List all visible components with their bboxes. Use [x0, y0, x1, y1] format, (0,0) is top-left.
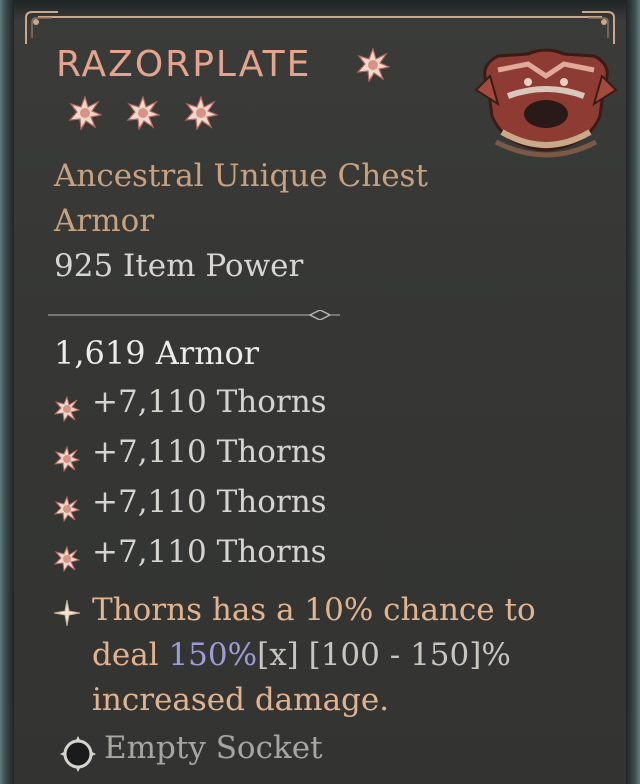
ancestral-star-icon	[126, 96, 160, 130]
armor-stat: 1,619 Armor	[54, 334, 260, 372]
unique-power-range: [x] [100 - 150]%	[257, 637, 511, 673]
affix-text: +7,110 Thorns	[92, 384, 327, 420]
unique-power-part: increased damage.	[92, 682, 390, 718]
item-tooltip: RAZORPLATE Ancestral Unique Chest Armor …	[0, 0, 640, 784]
unique-power-icon	[54, 600, 80, 626]
affix-text: +7,110 Thorns	[92, 534, 327, 570]
unique-star-icon	[356, 48, 390, 82]
affix-star-icon	[54, 546, 80, 572]
tooltip-gold-trim	[38, 16, 602, 18]
corner-ornament-icon	[25, 11, 58, 44]
affix-star-icon	[54, 446, 80, 472]
affix-star-icon	[54, 396, 80, 422]
corner-ornament-icon	[582, 11, 615, 44]
affix-text: +7,110 Thorns	[92, 484, 327, 520]
affix-text: +7,110 Thorns	[92, 434, 327, 470]
unique-power-text: Thorns has a 10% chance to deal 150%[x] …	[92, 588, 572, 723]
ancestral-star-icon	[184, 96, 218, 130]
chest-armor-icon	[474, 48, 618, 158]
tooltip-top-border	[14, 0, 626, 22]
socket-label: Empty Socket	[104, 730, 323, 766]
item-name: RAZORPLATE	[56, 44, 312, 85]
affix-star-icon	[54, 496, 80, 522]
ancestral-star-icon	[68, 96, 102, 130]
socket-icon	[60, 736, 96, 772]
section-divider	[48, 310, 340, 320]
item-power: 925 Item Power	[54, 248, 304, 284]
unique-power-value: 150%	[168, 637, 258, 673]
item-type: Ancestral Unique Chest Armor	[54, 158, 428, 239]
